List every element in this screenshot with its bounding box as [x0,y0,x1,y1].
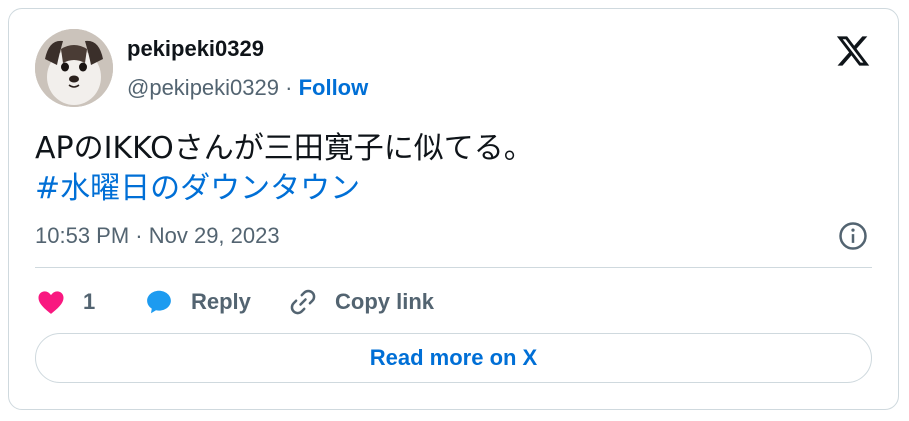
reply-button[interactable]: Reply [143,287,251,317]
tweet-text-line: APのIKKOさんが三田寛子に似てる。 [35,131,534,166]
info-icon[interactable] [838,221,868,251]
tweet-text: APのIKKOさんが三田寛子に似てる。 #水曜日のダウンタウン [35,129,534,209]
x-logo-icon[interactable] [835,33,871,69]
tweet-embed-card: pekipeki0329 @pekipeki0329 · Follow APのI… [8,8,899,410]
like-button[interactable]: 1 [35,287,95,317]
divider [35,267,872,268]
author-display-name[interactable]: pekipeki0329 [127,36,264,62]
author-handle[interactable]: @pekipeki0329 [127,75,279,100]
link-icon [290,289,316,315]
speech-bubble-icon [147,290,171,314]
like-count: 1 [83,289,96,314]
hashtag-link[interactable]: #水曜日のダウンタウン [35,169,534,209]
copy-link-label: Copy link [335,289,435,314]
heart-icon [38,291,64,314]
reply-label: Reply [191,289,251,314]
dog-avatar-icon [35,29,113,107]
read-more-label: Read more on X [369,345,538,370]
avatar[interactable] [35,29,113,107]
follow-button[interactable]: Follow [299,75,369,100]
handle-separator: · [285,75,293,100]
author-handle-row: @pekipeki0329 · Follow [127,75,368,101]
read-more-button[interactable]: Read more on X [35,333,872,383]
copy-link-button[interactable]: Copy link [287,287,434,317]
tweet-timestamp[interactable]: 10:53 PM · Nov 29, 2023 [35,223,280,249]
